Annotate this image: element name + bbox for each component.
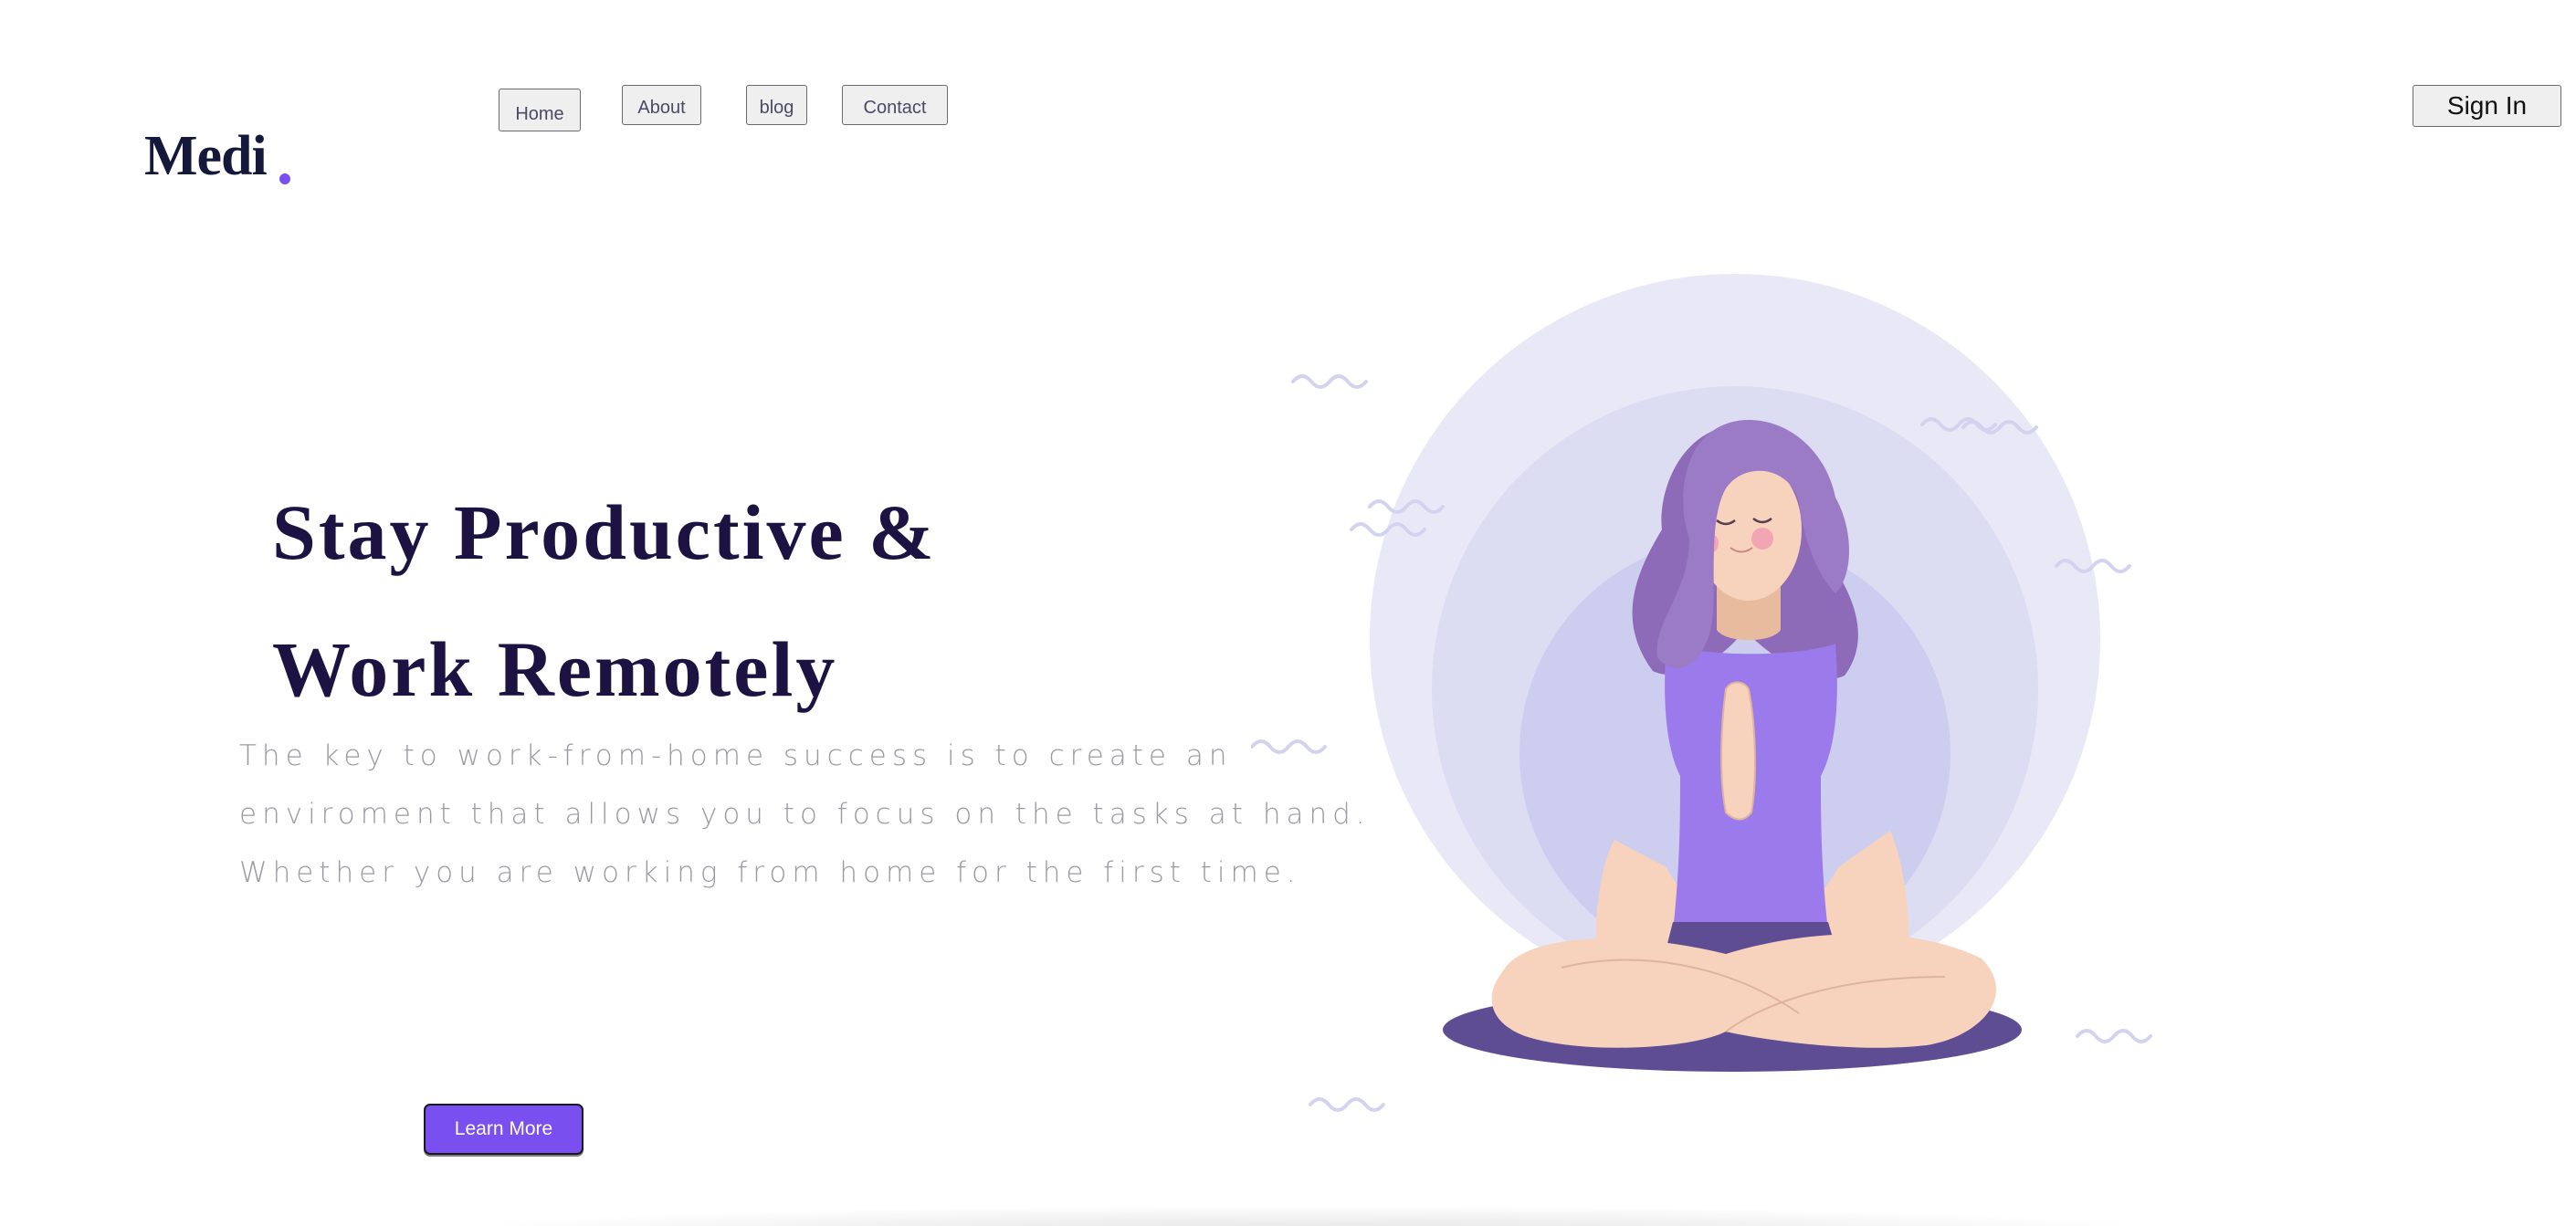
nav-about-button[interactable]: About — [622, 85, 701, 125]
hero-description-line: The key to work-from-home success is to … — [239, 739, 1233, 772]
woman-meditating-illustration — [1251, 274, 2152, 1112]
hero-description-line: enviroment that allows you to focus on t… — [239, 798, 1371, 831]
brand-logo[interactable]: Medi — [144, 128, 268, 184]
crossed-legs — [1491, 934, 1997, 1048]
brand-logo-dot — [279, 173, 290, 184]
nav-home-button[interactable]: Home — [499, 89, 581, 131]
bottom-shadow — [420, 1205, 2201, 1226]
sign-in-button[interactable]: Sign In — [2413, 85, 2561, 127]
hero-title-line-1: Stay Productive & — [272, 488, 937, 576]
learn-more-button[interactable]: Learn More — [424, 1104, 584, 1155]
hero-title-line-2: Work Remotely — [272, 625, 838, 713]
hero-description: The key to work-from-home success is to … — [239, 727, 1371, 902]
nav-contact-button[interactable]: Contact — [842, 85, 948, 125]
landing-page: Medi Home About blog Contact Sign In Sta… — [0, 0, 2576, 1226]
hero-description-line: Whether you are working from home for th… — [239, 856, 1301, 889]
right-cheek — [1751, 528, 1773, 550]
nav-blog-button[interactable]: blog — [746, 85, 807, 125]
praying-hands — [1720, 681, 1756, 821]
